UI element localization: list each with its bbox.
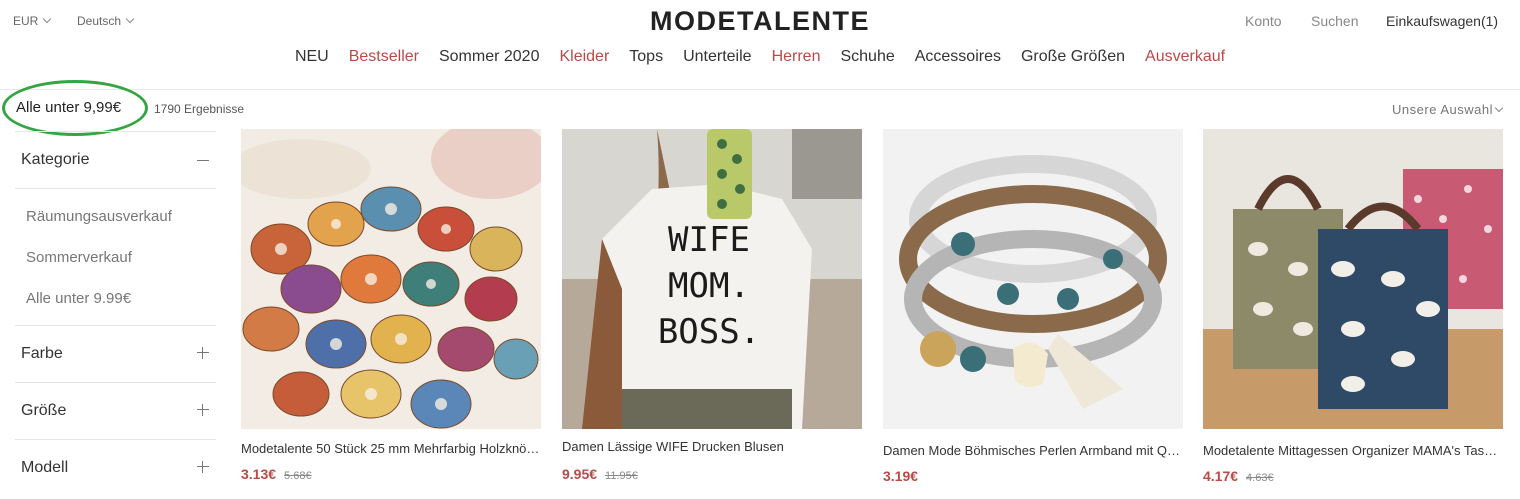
category-item-summer-sale[interactable]: Sommerverkauf [26, 249, 132, 266]
main-nav: NEU Bestseller Sommer 2020 Kleider Tops Unter… [0, 48, 1520, 66]
product-price: 4.17€ 4.63€ [1203, 468, 1503, 484]
nav-item[interactable]: Sommer 2020 [429, 48, 550, 66]
current-price: 3.19€ [883, 468, 919, 484]
filter-model[interactable]: Modell [21, 459, 68, 477]
nav-item[interactable]: Kleider [549, 48, 619, 66]
tshirt-print-line: BOSS. [657, 312, 761, 352]
account-link[interactable]: Konto [1245, 13, 1282, 29]
product-card[interactable]: WIFE MOM. BOSS. Damen Lässige WIFE Druck… [562, 129, 862, 482]
tshirt-print-line: MOM. [668, 266, 750, 306]
filter-size[interactable]: Größe [21, 402, 66, 420]
nav-item[interactable]: Ausverkauf [1135, 48, 1235, 66]
sidebar-divider [15, 325, 216, 326]
filter-color[interactable]: Farbe [21, 345, 63, 363]
product-title[interactable]: Damen Lässige WIFE Drucken Blusen [562, 439, 862, 454]
product-title[interactable]: Damen Mode Böhmisches Perlen Armband mit… [883, 443, 1183, 458]
nav-item[interactable]: Schuhe [830, 48, 904, 66]
sort-dropdown[interactable]: Unsere Auswahl [1392, 102, 1504, 117]
original-price: 5.68€ [284, 470, 312, 482]
product-image-tshirt[interactable]: WIFE MOM. BOSS. [562, 129, 862, 429]
original-price: 4.63€ [1246, 472, 1274, 484]
cart-link[interactable]: Einkaufswagen(1) [1386, 13, 1498, 29]
product-image-lunch-bag[interactable] [1203, 129, 1503, 429]
nav-item[interactable]: Tops [619, 48, 673, 66]
nav-item[interactable]: Accessoires [905, 48, 1011, 66]
filter-category[interactable]: Kategorie [21, 151, 90, 169]
nav-item[interactable]: Unterteile [673, 48, 761, 66]
product-image-buttons[interactable] [241, 129, 541, 429]
current-price: 4.17€ [1203, 468, 1239, 484]
nav-item[interactable]: NEU [285, 48, 339, 66]
collapse-icon[interactable] [197, 160, 209, 161]
expand-icon[interactable] [197, 461, 209, 473]
tshirt-print-line: WIFE [668, 220, 750, 260]
category-item-under-9-99[interactable]: Alle unter 9.99€ [26, 290, 131, 307]
product-title[interactable]: Modetalente 50 Stück 25 mm Mehrfarbig Ho… [241, 441, 541, 456]
original-price: 11.95€ [605, 470, 638, 482]
product-card[interactable]: Modetalente Mittagessen Organizer MAMA's… [1203, 129, 1503, 484]
nav-item[interactable]: Große Größen [1011, 48, 1135, 66]
product-card[interactable]: Modetalente 50 Stück 25 mm Mehrfarbig Ho… [241, 129, 541, 482]
sidebar-divider [15, 382, 216, 383]
site-logo[interactable]: MODETALENTE [0, 6, 1520, 37]
nav-item[interactable]: Herren [762, 48, 831, 66]
current-price: 3.13€ [241, 466, 277, 482]
product-price: 9.95€ 11.95€ [562, 466, 862, 482]
expand-icon[interactable] [197, 404, 209, 416]
tshirt-print: WIFE MOM. BOSS. [654, 217, 764, 355]
sidebar-divider [15, 131, 216, 132]
nav-item[interactable]: Bestseller [339, 48, 429, 66]
chevron-down-icon [1494, 103, 1504, 112]
product-image-bracelet[interactable] [883, 129, 1183, 429]
highlight-circle [2, 80, 148, 136]
sidebar-divider [15, 439, 216, 440]
header-divider [0, 89, 1520, 90]
sidebar-divider [15, 188, 216, 189]
product-price: 3.19€ [883, 468, 1183, 484]
sort-label: Unsere Auswahl [1392, 102, 1493, 117]
product-title[interactable]: Modetalente Mittagessen Organizer MAMA's… [1203, 443, 1503, 458]
product-price: 3.13€ 5.68€ [241, 466, 541, 482]
search-link[interactable]: Suchen [1311, 13, 1358, 29]
results-count: 1790 Ergebnisse [154, 102, 245, 116]
expand-icon[interactable] [197, 347, 209, 359]
product-card[interactable]: Damen Mode Böhmisches Perlen Armband mit… [883, 129, 1183, 484]
category-item-clearance[interactable]: Räumungsausverkauf [26, 208, 172, 225]
current-price: 9.95€ [562, 466, 598, 482]
